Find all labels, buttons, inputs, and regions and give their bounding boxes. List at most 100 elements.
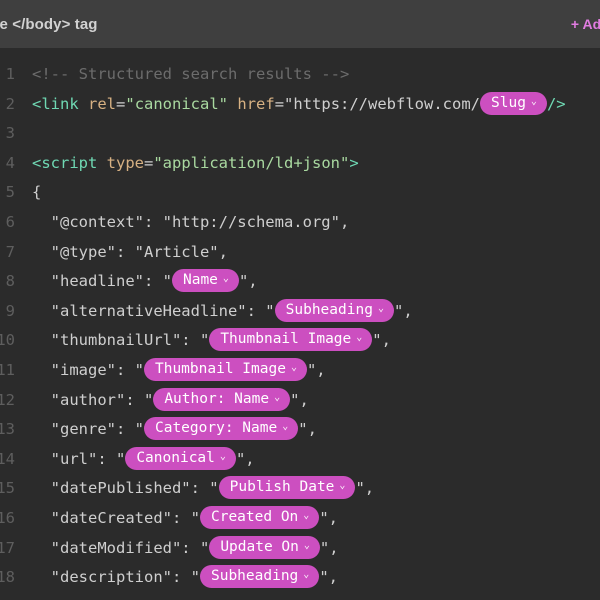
dynamic-field-pill[interactable]: Subheading ⌄ — [200, 565, 319, 588]
chevron-down-icon: ⌄ — [291, 363, 297, 373]
line-number: 12 — [0, 386, 15, 416]
code-line-content: "author": "Author: Name⌄", — [32, 386, 309, 416]
code-line[interactable]: 9 "alternativeHeadline": "Subheading⌄", — [0, 297, 600, 327]
code-token-plain — [228, 95, 237, 113]
code-token-punct: = — [144, 154, 153, 172]
dynamic-field-label: Category: Name — [155, 418, 277, 438]
dynamic-field-pill[interactable]: Thumbnail Image ⌄ — [209, 328, 372, 351]
line-number: 10 — [0, 326, 15, 356]
panel-header: ide </body> tag + Add Fi — [0, 0, 600, 48]
code-line[interactable]: 6 "@context": "http://schema.org", — [0, 208, 600, 238]
dynamic-field-pill[interactable]: Name ⌄ — [172, 269, 239, 292]
code-line[interactable]: 16 "dateCreated": "Created On⌄", — [0, 504, 600, 534]
code-line-content: "dateModified": "Update On⌄", — [32, 534, 339, 564]
code-line-content: "alternativeHeadline": "Subheading⌄", — [32, 297, 413, 327]
code-line-content: "datePublished": "Publish Date⌄", — [32, 474, 374, 504]
line-number: 13 — [0, 415, 15, 445]
dynamic-field-pill[interactable]: Created On⌄ — [200, 506, 319, 529]
code-line[interactable]: 12 "author": "Author: Name⌄", — [0, 386, 600, 416]
dynamic-field-pill[interactable]: Category: Name⌄ — [144, 417, 298, 440]
chevron-down-icon: ⌄ — [339, 481, 345, 491]
code-line[interactable]: 18 "description": "Subheading⌄", — [0, 563, 600, 593]
code-line-content: "thumbnailUrl": " Thumbnail Image ⌄ ", — [32, 326, 391, 356]
code-token-plain: "@type": "Article", — [32, 243, 228, 261]
dynamic-field-pill[interactable]: Slug ⌄ — [480, 92, 547, 115]
code-line-list: 1 <!-- Structured search results -->2<lin… — [0, 60, 600, 593]
dynamic-field-pill[interactable]: Update On ⌄ — [209, 536, 320, 559]
code-token-plain: "dateCreated": " — [32, 509, 200, 527]
code-line-content: "genre": "Category: Name⌄", — [32, 415, 317, 445]
code-line[interactable]: 7 "@type": "Article", — [0, 238, 600, 268]
line-number: 18 — [0, 563, 15, 593]
code-line[interactable]: 5{ — [0, 178, 600, 208]
code-line[interactable]: 14 "url": "Canonical⌄", — [0, 445, 600, 475]
code-token-plain: ", — [319, 509, 338, 527]
code-token-plain: "https://webflow.com/ — [284, 95, 480, 113]
line-number: 17 — [0, 534, 15, 564]
dynamic-field-label: Update On — [220, 537, 299, 557]
code-token-plain: ", — [355, 479, 374, 497]
code-line-content: "@type": "Article", — [32, 238, 228, 268]
code-line-content: <link rel="canonical" href="https://webf… — [32, 90, 566, 120]
chevron-down-icon: ⌄ — [304, 541, 310, 551]
code-token-plain: "description": " — [32, 568, 200, 586]
dynamic-field-pill[interactable]: Canonical⌄ — [125, 447, 236, 470]
dynamic-field-label: Thumbnail Image — [220, 329, 351, 349]
dynamic-field-label: Canonical — [136, 448, 215, 468]
code-line[interactable]: 13 "genre": "Category: Name⌄", — [0, 415, 600, 445]
dynamic-field-label: Slug — [491, 93, 526, 113]
dynamic-field-pill[interactable]: Thumbnail Image⌄ — [144, 358, 307, 381]
code-token-string: "canonical" — [125, 95, 228, 113]
line-number: 1 — [0, 60, 15, 90]
code-line[interactable]: 8 "headline": "Name⌄", — [0, 267, 600, 297]
line-number: 6 — [0, 208, 15, 238]
dynamic-field-label: Subheading — [211, 566, 298, 586]
line-number: 15 — [0, 474, 15, 504]
dynamic-field-pill[interactable]: Publish Date⌄ — [219, 476, 356, 499]
code-line-content: "dateCreated": "Created On⌄", — [32, 504, 338, 534]
chevron-down-icon: ⌄ — [223, 274, 229, 284]
code-token-plain: "@context": "http://schema.org", — [32, 213, 349, 231]
code-line[interactable]: 15 "datePublished": "Publish Date⌄", — [0, 474, 600, 504]
dynamic-field-label: Author: Name — [164, 389, 269, 409]
code-line[interactable]: 17 "dateModified": "Update On⌄", — [0, 534, 600, 564]
code-token-plain: ", — [372, 331, 391, 349]
code-token-plain: "thumbnailUrl": " — [32, 331, 209, 349]
dynamic-field-label: Name — [183, 270, 218, 290]
code-token-plain: "headline": " — [32, 272, 172, 290]
code-token-plain: "alternativeHeadline": " — [32, 302, 275, 320]
line-number: 9 — [0, 297, 15, 327]
code-line-content: <!-- Structured search results --> — [32, 60, 349, 90]
add-field-button[interactable]: + Add Fi — [571, 16, 600, 32]
line-number: 7 — [0, 238, 15, 268]
page-title: ide </body> tag — [0, 16, 98, 33]
line-number: 3 — [0, 119, 15, 149]
code-line[interactable]: 10 "thumbnailUrl": " Thumbnail Image ⌄ ", — [0, 326, 600, 356]
code-token-plain: "dateModified": " — [32, 539, 209, 557]
code-token-tag: <link — [32, 95, 79, 113]
dynamic-field-label: Subheading — [286, 300, 373, 320]
code-line[interactable]: 4<script type="application/ld+json"> — [0, 149, 600, 179]
line-number: 14 — [0, 445, 15, 475]
code-line-content: "@context": "http://schema.org", — [32, 208, 349, 238]
dynamic-field-pill[interactable]: Subheading ⌄ — [275, 299, 394, 322]
code-token-string: "application/ld+json" — [153, 154, 349, 172]
code-token-attr: type — [107, 154, 144, 172]
chevron-down-icon: ⌄ — [531, 97, 537, 107]
code-token-plain — [79, 95, 88, 113]
chevron-down-icon: ⌄ — [356, 333, 362, 343]
chevron-down-icon: ⌄ — [378, 304, 384, 314]
code-editor-area[interactable]: 1 <!-- Structured search results -->2<lin… — [0, 48, 600, 600]
code-line[interactable]: 3 — [0, 119, 600, 149]
dynamic-field-pill[interactable]: Author: Name⌄ — [153, 388, 290, 411]
code-token-attr: rel — [88, 95, 116, 113]
code-line-content: "url": "Canonical⌄", — [32, 445, 255, 475]
code-line-content: "headline": "Name⌄", — [32, 267, 258, 297]
code-token-attr: href — [237, 95, 274, 113]
chevron-down-icon: ⌄ — [303, 570, 309, 580]
code-line[interactable]: 11 "image": "Thumbnail Image⌄", — [0, 356, 600, 386]
code-line[interactable]: 1 <!-- Structured search results --> — [0, 60, 600, 90]
code-token-plain: "datePublished": " — [32, 479, 219, 497]
code-line[interactable]: 2<link rel="canonical" href="https://web… — [0, 90, 600, 120]
code-token-tag: > — [349, 154, 358, 172]
